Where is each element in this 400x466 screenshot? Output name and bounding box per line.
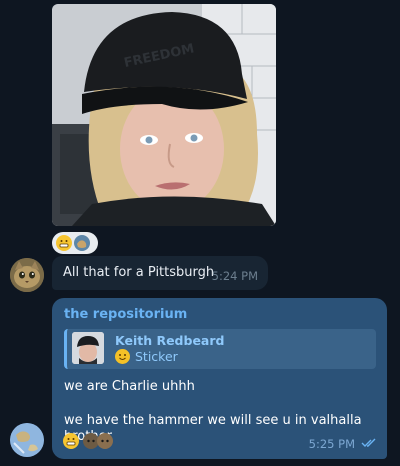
smiling-face-icon	[115, 349, 130, 364]
grinning-emoji[interactable]	[56, 235, 72, 251]
sender-name[interactable]: the repositorium	[64, 307, 375, 322]
earth-icon	[77, 240, 87, 248]
cat-emoji[interactable]	[97, 433, 113, 449]
double-check-icon	[361, 437, 377, 451]
cat-face-icon	[10, 258, 44, 292]
earth-globe-icon	[10, 423, 44, 457]
reply-author: Keith Redbeard	[115, 333, 225, 348]
earth-sticker-emoji[interactable]	[74, 235, 90, 251]
reply-preview[interactable]: Keith Redbeard Sticker	[64, 329, 376, 369]
earth-avatar[interactable]	[10, 423, 44, 457]
reply-type-label: Sticker	[135, 349, 178, 364]
cat-face-icon	[101, 439, 109, 443]
grinning-emoji[interactable]	[63, 433, 79, 449]
reply-type: Sticker	[115, 348, 376, 365]
cat-avatar[interactable]	[10, 258, 44, 292]
sticker-thumbnail-icon	[72, 332, 104, 364]
grinning-face-icon	[66, 438, 76, 446]
outgoing-message-meta: 5:25 PM	[309, 437, 377, 451]
outgoing-message-bubble[interactable]: the repositorium Keith Redbeard Sticker …	[52, 298, 387, 459]
chat-history: FREEDOM All that for a Pittsburgh 5:24 P…	[0, 0, 400, 466]
message-line: we are Charlie uhhh	[64, 379, 195, 394]
incoming-message-time: 5:24 PM	[211, 269, 258, 283]
photo-reactions[interactable]	[52, 232, 98, 254]
message-reactions[interactable]	[63, 433, 115, 449]
photo-message[interactable]: FREEDOM	[52, 4, 276, 226]
incoming-message-bubble[interactable]: All that for a Pittsburgh 5:24 PM	[52, 256, 268, 290]
grinning-face-icon	[59, 240, 69, 248]
woman-in-black-cap-photo: FREEDOM	[52, 4, 276, 226]
incoming-message-text: All that for a Pittsburgh	[63, 265, 215, 280]
outgoing-message-time: 5:25 PM	[308, 437, 355, 451]
reply-thumbnail	[72, 332, 104, 364]
